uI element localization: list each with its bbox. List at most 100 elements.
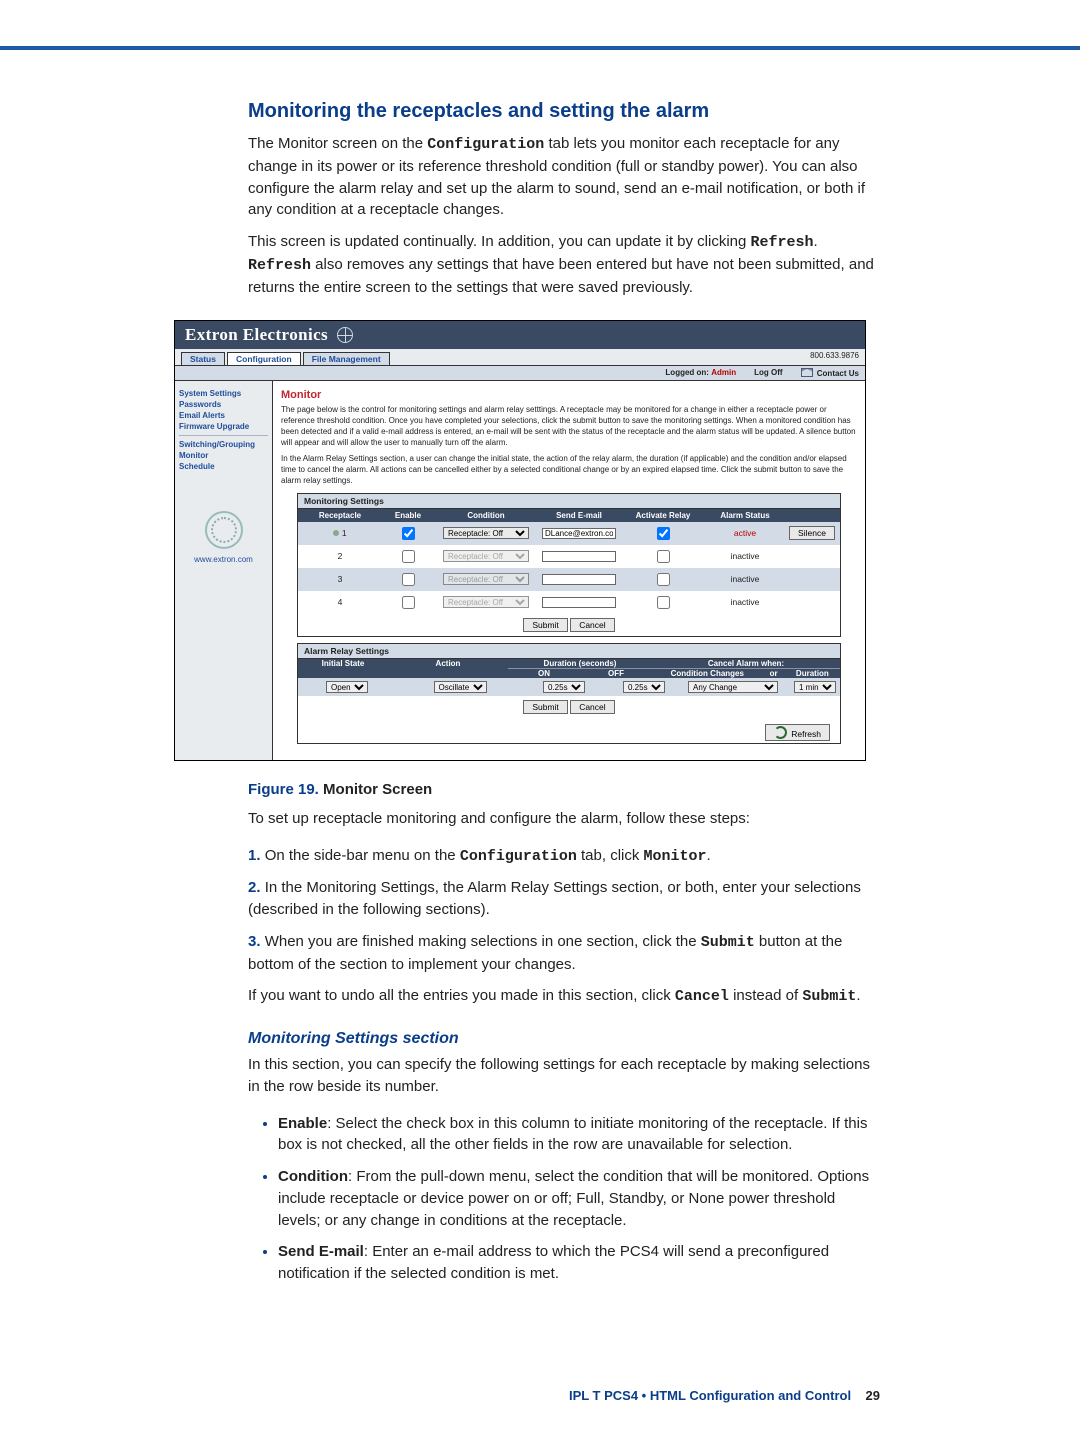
text: This screen is updated continually. In a… <box>248 233 751 250</box>
email-input[interactable] <box>542 528 616 539</box>
th-duration: Duration (seconds) <box>508 659 652 669</box>
th-initial-state: Initial State <box>298 659 388 678</box>
app-header: Extron Electronics <box>175 321 865 349</box>
monitoring-settings-panel: Monitoring Settings Receptacle Enable Co… <box>297 493 841 637</box>
bullet-condition: Condition: From the pull-down menu, sele… <box>278 1166 880 1231</box>
bullet-text: : From the pull-down menu, select the co… <box>278 1168 869 1229</box>
refresh-icon <box>774 726 787 739</box>
refresh-label: Refresh <box>791 729 821 739</box>
contact-label: Contact Us <box>817 369 859 378</box>
th-or: or <box>763 669 785 678</box>
text: instead of <box>729 987 802 1004</box>
paragraph-1: The Monitor screen on the Configuration … <box>248 133 880 221</box>
text: also removes any settings that have been… <box>248 256 874 296</box>
condition-select[interactable]: Receptacle: Off <box>443 527 529 539</box>
steps-list: 1. On the side-bar menu on the Configura… <box>248 845 880 1009</box>
sidebar-item-switching-grouping[interactable]: Switching/Grouping <box>179 440 268 449</box>
cancel-duration-select[interactable]: 1 min <box>794 681 836 693</box>
th-on: ON <box>508 669 580 678</box>
refresh-button[interactable]: Refresh <box>765 724 830 741</box>
sidebar-item-system-settings[interactable]: System Settings <box>179 389 268 398</box>
tab-file-management[interactable]: File Management <box>303 352 390 365</box>
sidebar-item-email-alerts[interactable]: Email Alerts <box>179 411 268 420</box>
relay-submit-button[interactable]: Submit <box>523 700 567 714</box>
enable-checkbox[interactable] <box>402 550 415 563</box>
condition-select: Receptacle: Off <box>443 573 529 585</box>
th-duration2: Duration <box>785 669 840 678</box>
enable-checkbox[interactable] <box>402 596 415 609</box>
activate-relay-checkbox[interactable] <box>657 527 670 540</box>
alarm-status: inactive <box>731 597 760 607</box>
panel-desc-1: The page below is the control for monito… <box>281 405 857 448</box>
sidebar-url[interactable]: www.extron.com <box>179 555 268 564</box>
bullet-list: Enable: Select the check box in this col… <box>248 1113 880 1285</box>
refresh-area: Refresh <box>298 718 840 743</box>
monitoring-panel-title: Monitoring Settings <box>298 494 840 509</box>
logged-on-label: Logged on: Admin <box>665 368 736 378</box>
th-condition-changes: Condition Changes <box>652 669 763 678</box>
action-select[interactable]: Oscillate <box>434 681 487 693</box>
monitoring-row: 3Receptacle: Offinactive <box>298 568 840 591</box>
condition-changes-select[interactable]: Any Change <box>688 681 778 693</box>
text: If you want to undo all the entries you … <box>248 987 675 1004</box>
logoff-link[interactable]: Log Off <box>754 368 782 378</box>
subsection-heading: Monitoring Settings section <box>248 1030 880 1048</box>
tab-status[interactable]: Status <box>181 352 225 365</box>
bullet-send-email: Send E-mail: Enter an e-mail address to … <box>278 1241 880 1285</box>
th-cancel-alarm: Cancel Alarm when: <box>652 659 840 669</box>
monitor-screenshot: Extron Electronics Status Configuration … <box>174 320 866 761</box>
text: . <box>856 987 860 1004</box>
figure-number: Figure 19. <box>248 781 319 798</box>
main-panel: Monitor The page below is the control fo… <box>273 381 865 760</box>
th-condition: Condition <box>434 509 538 522</box>
section-heading: Monitoring the receptacles and setting t… <box>248 100 880 123</box>
monitoring-cancel-button[interactable]: Cancel <box>570 618 614 632</box>
sidebar-divider <box>179 435 268 436</box>
sidebar: System Settings Passwords Email Alerts F… <box>175 381 273 760</box>
activate-relay-checkbox[interactable] <box>657 550 670 563</box>
text: The Monitor screen on the <box>248 135 427 152</box>
silence-button[interactable]: Silence <box>789 526 835 540</box>
tab-configuration[interactable]: Configuration <box>227 352 301 365</box>
sidebar-item-firmware-upgrade[interactable]: Firmware Upgrade <box>179 422 268 431</box>
bullet-text: : Select the check box in this column to… <box>278 1115 867 1154</box>
th-receptacle: Receptacle <box>298 509 382 522</box>
contact-us-link[interactable]: Contact Us <box>801 368 859 378</box>
alarm-relay-panel: Alarm Relay Settings Initial State Actio… <box>297 643 841 744</box>
sidebar-item-schedule[interactable]: Schedule <box>179 462 268 471</box>
footer-title: IPL T PCS4 • HTML Configuration and Cont… <box>569 1388 851 1403</box>
text: On the side-bar menu on the <box>265 847 460 864</box>
code: Submit <box>802 988 856 1005</box>
th-off: OFF <box>580 669 652 678</box>
bullet-enable: Enable: Select the check box in this col… <box>278 1113 880 1157</box>
sidebar-item-monitor[interactable]: Monitor <box>179 451 268 460</box>
text: tab, click <box>577 847 644 864</box>
duration-on-select[interactable]: 0.25s <box>543 681 585 693</box>
monitoring-submit-button[interactable]: Submit <box>523 618 567 632</box>
relay-cancel-button[interactable]: Cancel <box>570 700 614 714</box>
activate-relay-checkbox[interactable] <box>657 596 670 609</box>
relay-headers: Initial State Action Duration (seconds) … <box>298 659 840 678</box>
logged-user: Admin <box>711 368 736 377</box>
initial-state-select[interactable]: Open <box>326 681 368 693</box>
panel-title: Monitor <box>281 389 857 401</box>
step-number: 3. <box>248 933 261 950</box>
code: Configuration <box>460 848 577 865</box>
enable-checkbox[interactable] <box>402 573 415 586</box>
figure-title: Monitor Screen <box>323 781 432 798</box>
email-input[interactable] <box>542 597 616 608</box>
code-configuration: Configuration <box>427 136 544 153</box>
email-input[interactable] <box>542 574 616 585</box>
th-activate-relay: Activate Relay <box>620 509 706 522</box>
sidebar-item-passwords[interactable]: Passwords <box>179 400 268 409</box>
th-enable: Enable <box>382 509 434 522</box>
email-input[interactable] <box>542 551 616 562</box>
receptacle-id: 1 <box>342 528 347 538</box>
relay-buttons: Submit Cancel <box>298 696 840 718</box>
step-number: 2. <box>248 879 261 896</box>
duration-off-select[interactable]: 0.25s <box>623 681 665 693</box>
code: Submit <box>701 934 755 951</box>
activate-relay-checkbox[interactable] <box>657 573 670 586</box>
enable-checkbox[interactable] <box>402 527 415 540</box>
page-footer: IPL T PCS4 • HTML Configuration and Cont… <box>569 1388 880 1403</box>
